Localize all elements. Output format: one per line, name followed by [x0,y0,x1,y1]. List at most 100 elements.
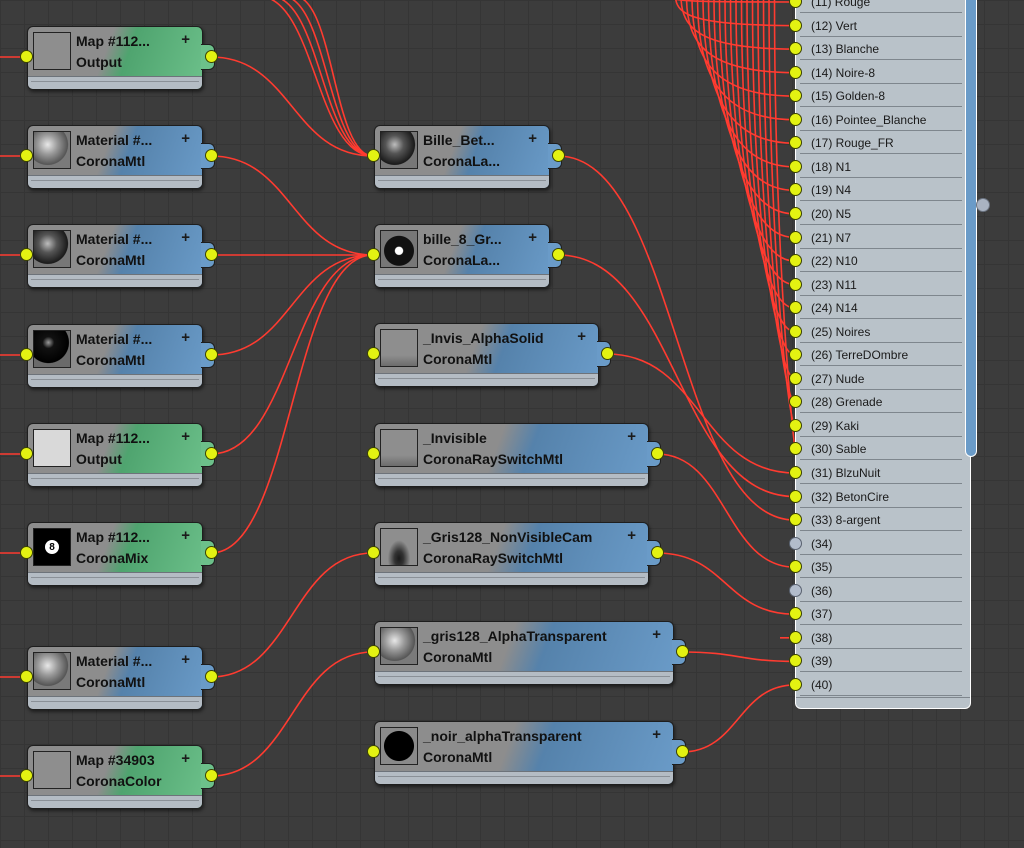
output-socket[interactable] [205,248,218,261]
material-slot-row[interactable]: (27) Nude [796,367,966,390]
expand-plus-icon[interactable]: + [528,130,537,147]
material-slot-row[interactable]: (31) BlzuNuit [796,461,966,484]
material-slot-row[interactable]: (24) N14 [796,296,966,320]
node-map112-output-a[interactable]: Map #112... Output + [27,26,203,90]
node-map34903[interactable]: Map #34903 CoronaColor + [27,745,203,809]
material-slot-input-socket[interactable] [789,112,802,126]
input-socket[interactable] [20,670,33,683]
expand-plus-icon[interactable]: + [627,527,636,544]
input-socket[interactable] [20,546,33,559]
material-slot-row[interactable]: (35) [796,555,966,579]
material-slot-row[interactable]: (13) Blanche [796,37,966,61]
output-socket[interactable] [676,645,689,658]
material-slot-input-socket[interactable] [789,277,802,291]
input-socket[interactable] [367,745,380,758]
multi-material-output-socket[interactable] [976,198,990,212]
material-slot-row[interactable]: (32) BetonCire [796,485,966,508]
output-socket[interactable] [205,50,218,63]
material-slot-input-socket[interactable] [789,230,802,244]
material-slot-row[interactable]: (33) 8-argent [796,508,966,532]
node-map112-output-b[interactable]: Map #112... Output + [27,423,203,487]
output-socket[interactable] [651,447,664,460]
node-material-b[interactable]: Material #... CoronaMtl + [27,224,203,288]
expand-plus-icon[interactable]: + [181,651,190,668]
node-material-c[interactable]: Material #... CoronaMtl + [27,324,203,388]
output-socket[interactable] [676,745,689,758]
material-slot-input-socket[interactable] [789,677,802,691]
material-slot-input-socket[interactable] [789,536,802,550]
expand-plus-icon[interactable]: + [652,626,661,643]
material-slot-row[interactable]: (21) N7 [796,226,966,249]
material-slot-row[interactable]: (22) N10 [796,249,966,273]
material-slot-row[interactable]: (11) Rouge [796,0,966,13]
material-slot-row[interactable]: (29) Kaki [796,414,966,437]
material-slot-row[interactable]: (38) [796,626,966,649]
material-slot-row[interactable]: (18) N1 [796,155,966,178]
node-gris128-nvc[interactable]: _Gris128_NonVisibleCam CoronaRaySwitchMtl… [374,522,649,586]
input-socket[interactable] [367,149,380,162]
expand-plus-icon[interactable]: + [181,31,190,48]
node-noir-at[interactable]: _noir_alphaTransparent CoronaMtl + [374,721,674,785]
material-slot-row[interactable]: (23) N11 [796,273,966,296]
material-slot-row[interactable]: (20) N5 [796,202,966,225]
material-slot-input-socket[interactable] [789,65,802,79]
material-slot-row[interactable]: (37) [796,602,966,626]
node-invis-alpha[interactable]: _Invis_AlphaSolid CoronaMtl + [374,323,599,387]
expand-plus-icon[interactable]: + [577,328,586,345]
material-slot-row[interactable]: (34) [796,532,966,555]
material-slot-input-socket[interactable] [789,159,802,173]
expand-plus-icon[interactable]: + [181,428,190,445]
material-slot-row[interactable]: (17) Rouge_FR [796,131,966,155]
material-slot-row[interactable]: (39) [796,649,966,673]
material-slot-row[interactable]: (30) Sable [796,437,966,461]
input-socket[interactable] [20,248,33,261]
output-socket[interactable] [205,546,218,559]
material-slot-row[interactable]: (25) Noires [796,320,966,343]
material-slot-input-socket[interactable] [789,418,802,432]
expand-plus-icon[interactable]: + [181,130,190,147]
input-socket[interactable] [367,347,380,360]
material-slot-input-socket[interactable] [789,18,802,32]
expand-plus-icon[interactable]: + [181,750,190,767]
material-slot-row[interactable]: (15) Golden-8 [796,84,966,108]
material-slot-row[interactable]: (28) Grenade [796,390,966,414]
material-slot-row[interactable]: (26) TerreDOmbre [796,343,966,367]
material-slot-row[interactable]: (19) N4 [796,178,966,202]
input-socket[interactable] [20,769,33,782]
output-socket[interactable] [601,347,614,360]
material-slot-input-socket[interactable] [789,466,802,479]
output-socket[interactable] [552,248,565,261]
output-socket[interactable] [205,447,218,460]
node-material-d[interactable]: Material #... CoronaMtl + [27,646,203,710]
expand-plus-icon[interactable]: + [627,428,636,445]
material-slot-row[interactable]: (16) Pointee_Blanche [796,108,966,131]
material-slot-row[interactable]: (12) Vert [796,14,966,37]
input-socket[interactable] [367,248,380,261]
input-socket[interactable] [367,447,380,460]
output-socket[interactable] [205,670,218,683]
material-slot-row[interactable]: (40) [796,673,966,696]
output-socket[interactable] [651,546,664,559]
expand-plus-icon[interactable]: + [652,726,661,743]
material-slot-input-socket[interactable] [789,324,802,338]
output-socket[interactable] [552,149,565,162]
multi-material-node[interactable]: (11) Rouge (12) Vert (13) Blanche (14) Noir… [795,0,990,709]
output-socket[interactable] [205,348,218,361]
material-slot-input-socket[interactable] [789,513,802,527]
expand-plus-icon[interactable]: + [181,329,190,346]
node-gris128-at[interactable]: _gris128_AlphaTransparent CoronaMtl + [374,621,674,685]
input-socket[interactable] [20,50,33,63]
material-slot-input-socket[interactable] [789,371,802,385]
material-slot-input-socket[interactable] [789,583,802,597]
input-socket[interactable] [20,348,33,361]
input-socket[interactable] [20,149,33,162]
node-bille-8[interactable]: bille_8_Gr... CoronaLa... + [374,224,550,288]
expand-plus-icon[interactable]: + [181,229,190,246]
expand-plus-icon[interactable]: + [181,527,190,544]
material-slot-input-socket[interactable] [789,206,802,220]
material-slot-input-socket[interactable] [789,630,802,644]
output-socket[interactable] [205,769,218,782]
input-socket[interactable] [367,546,380,559]
material-slot-input-socket[interactable] [789,489,802,503]
expand-plus-icon[interactable]: + [528,229,537,246]
